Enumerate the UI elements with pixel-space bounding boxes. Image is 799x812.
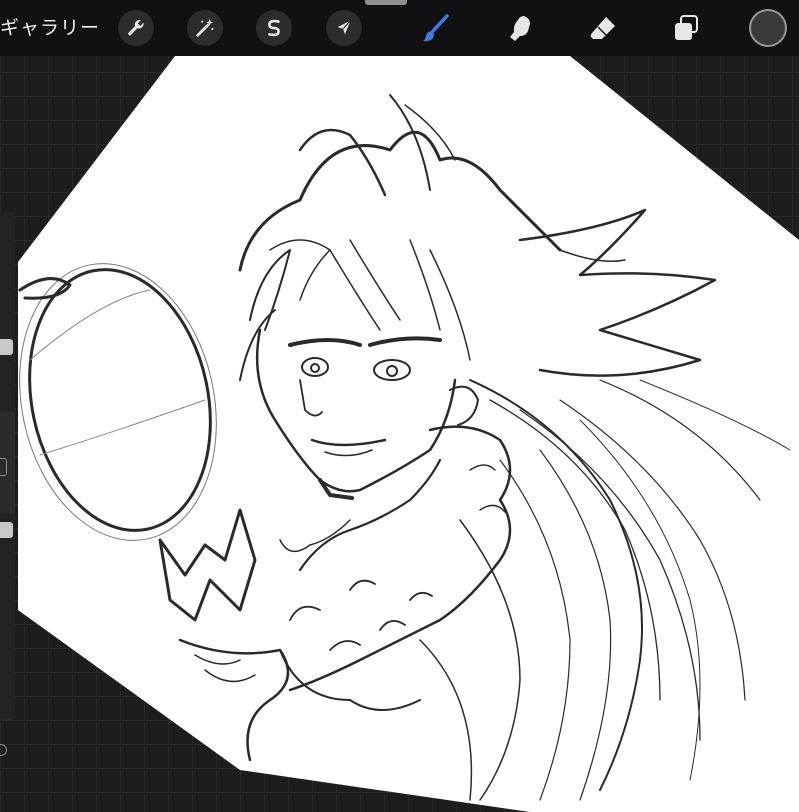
magic-wand-icon (196, 18, 214, 37)
wrench-icon (128, 19, 144, 36)
adjustments-button[interactable] (187, 10, 223, 46)
toolbar-handle[interactable] (365, 0, 407, 5)
top-toolbar: ギャラリー (0, 0, 799, 56)
modify-button[interactable] (0, 458, 7, 476)
canvas-paper (18, 56, 799, 812)
arrow-cursor-icon (337, 20, 351, 35)
eraser-icon (590, 17, 615, 39)
brush-icon (423, 14, 449, 42)
selection-s-icon (268, 19, 280, 37)
brush-size-handle[interactable] (0, 339, 13, 355)
opacity-handle[interactable] (0, 522, 13, 538)
layers-button[interactable] (668, 10, 704, 46)
brush-size-slider[interactable] (0, 212, 15, 412)
smudge-finger-icon (510, 16, 530, 41)
layers-icon (675, 15, 698, 40)
drawing-canvas[interactable] (0, 0, 799, 812)
opacity-slider[interactable] (0, 514, 15, 718)
brush-button[interactable] (418, 10, 454, 46)
selection-button[interactable] (256, 10, 292, 46)
gallery-button[interactable]: ギャラリー (0, 14, 100, 42)
color-swatch-button[interactable] (751, 11, 785, 45)
left-sidebar (0, 212, 15, 720)
smudge-button[interactable] (501, 10, 537, 46)
actions-button[interactable] (118, 10, 154, 46)
transform-button[interactable] (326, 10, 362, 46)
eraser-button[interactable] (585, 10, 621, 46)
